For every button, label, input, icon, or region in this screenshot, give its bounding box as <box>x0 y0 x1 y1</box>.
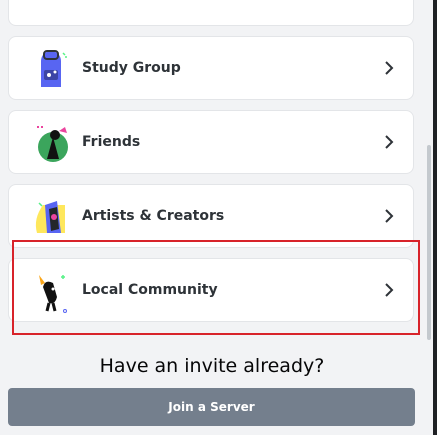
server-template-artists-creators[interactable]: Artists & Creators <box>8 184 414 248</box>
local-community-icon <box>39 275 67 313</box>
server-template-label: Friends <box>82 134 141 150</box>
server-template-partial[interactable] <box>8 0 414 26</box>
invite-heading: Have an invite already? <box>99 355 325 377</box>
chevron-right-icon <box>385 61 394 75</box>
server-template-local-community[interactable]: Local Community <box>8 258 414 322</box>
server-template-study-group[interactable]: Study Group <box>8 36 414 100</box>
study-group-icon <box>41 50 67 87</box>
server-template-label: Artists & Creators <box>82 208 225 224</box>
server-template-label: Study Group <box>82 60 181 76</box>
chevron-right-icon <box>385 135 394 149</box>
scrollbar[interactable] <box>427 145 431 340</box>
partial-template-icon <box>27 0 75 5</box>
window-edge <box>433 0 437 435</box>
join-server-button[interactable]: Join a Server <box>8 388 415 426</box>
server-template-label: Local Community <box>82 282 218 298</box>
friends-icon <box>37 126 68 162</box>
server-template-friends[interactable]: Friends <box>8 110 414 174</box>
chevron-right-icon <box>385 283 394 297</box>
artists-creators-icon <box>35 201 65 233</box>
chevron-right-icon <box>385 209 394 223</box>
